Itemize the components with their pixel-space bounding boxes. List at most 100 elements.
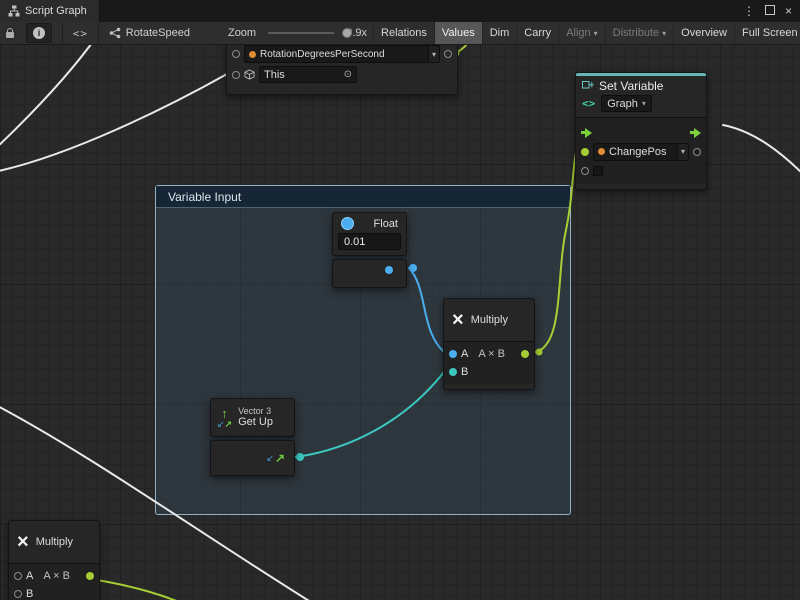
dim-label: Dim xyxy=(490,27,510,39)
port-result-output[interactable] xyxy=(521,350,529,358)
group-title: Variable Input xyxy=(168,190,241,204)
kebab-menu-icon[interactable]: ⋮ xyxy=(743,4,755,18)
align-label: Align xyxy=(566,27,590,39)
get-up-title: Get Up xyxy=(238,416,273,429)
node-multiply-center[interactable]: × Multiply A A × B B xyxy=(443,298,535,390)
set-variable-title: Set Variable xyxy=(599,79,663,93)
port-input[interactable] xyxy=(232,71,240,79)
scope-label: Graph xyxy=(607,98,638,110)
fullscreen-label: Full Screen xyxy=(742,27,798,39)
port-a-input[interactable] xyxy=(449,350,457,358)
object-picker-icon[interactable]: ⊙ xyxy=(344,69,352,80)
port-output[interactable] xyxy=(444,50,452,58)
align-button[interactable]: Align ▾ xyxy=(558,22,604,44)
port-input[interactable] xyxy=(232,50,240,58)
maximize-button[interactable] xyxy=(765,4,775,18)
variable-name-label: RotationDegreesPerSecond xyxy=(260,49,424,60)
variable-name-dropdown[interactable]: RotationDegreesPerSecond ▾ xyxy=(244,45,440,63)
tab-script-graph[interactable]: Script Graph xyxy=(0,0,100,22)
group-header[interactable]: Variable Input xyxy=(156,186,570,208)
changepos-dropdown[interactable]: ChangePos ▾ xyxy=(593,143,689,161)
port-input[interactable] xyxy=(581,167,589,175)
multiply-title: Multiply xyxy=(471,314,508,326)
flow-input-port[interactable] xyxy=(581,128,592,138)
zoom-label-text: Zoom xyxy=(228,27,256,39)
changepos-label: ChangePos xyxy=(609,146,673,158)
zoom-slider[interactable] xyxy=(268,32,334,34)
gameobject-cube-icon xyxy=(244,69,255,80)
float-value-input[interactable] xyxy=(344,236,395,248)
relations-button[interactable]: Relations xyxy=(373,22,434,44)
set-variable-icon xyxy=(582,81,594,91)
vector3-output-port[interactable]: ↗ xyxy=(275,451,285,465)
graph-toolbar: i <> RotateSpeed Zoom 0.9x Relations Val… xyxy=(0,22,800,45)
variable-dot-icon xyxy=(249,51,256,58)
flow-output-port[interactable] xyxy=(690,128,701,138)
window-titlebar: Script Graph ⋮ × xyxy=(0,0,800,22)
relations-label: Relations xyxy=(381,27,427,39)
values-button[interactable]: Values xyxy=(434,22,482,44)
code-icon: <> xyxy=(73,27,88,40)
chevron-down-icon: ▾ xyxy=(594,29,598,38)
multiply-icon: × xyxy=(452,310,464,330)
chevron-down-icon[interactable]: ▾ xyxy=(428,46,439,62)
overview-label: Overview xyxy=(681,27,727,39)
port-b-label: B xyxy=(26,588,33,600)
float-title: Float xyxy=(374,218,398,230)
float-value-field[interactable] xyxy=(338,233,401,250)
port-result-output[interactable] xyxy=(86,572,94,580)
lock-icon xyxy=(6,32,14,38)
port-value-input[interactable] xyxy=(581,148,589,156)
float-type-icon xyxy=(341,217,354,230)
inspector-button[interactable]: i xyxy=(20,22,58,44)
distribute-label: Distribute xyxy=(613,27,659,39)
window-controls: ⋮ × xyxy=(743,4,800,18)
info-glyph: i xyxy=(33,27,45,39)
default-value-box[interactable] xyxy=(593,166,603,176)
port-b-input[interactable] xyxy=(449,368,457,376)
overview-button[interactable]: Overview xyxy=(673,22,734,44)
scope-dropdown[interactable]: Graph ▾ xyxy=(601,95,652,112)
maximize-icon xyxy=(765,5,775,15)
script-graph-icon xyxy=(8,5,20,17)
node-vector3-port-strip[interactable]: ↙ ↗ xyxy=(210,440,295,476)
vector3-type-label: Vector 3 xyxy=(238,406,273,417)
port-output[interactable] xyxy=(693,148,701,156)
dim-button[interactable]: Dim xyxy=(482,22,517,44)
graph-breadcrumb[interactable]: RotateSpeed xyxy=(103,22,196,44)
result-label: A × B xyxy=(43,570,70,582)
port-b-label: B xyxy=(461,366,468,378)
vector3-port-sw-icon: ↙ xyxy=(266,453,274,464)
toolbar-divider xyxy=(62,23,63,43)
zoom-label: Zoom xyxy=(222,22,262,44)
close-button[interactable]: × xyxy=(785,4,792,18)
node-float-literal[interactable]: Float xyxy=(332,212,407,256)
node-vector3-get-up[interactable]: ↑ ↙ ↗ Vector 3 Get Up xyxy=(210,398,295,437)
fullscreen-button[interactable]: Full Screen xyxy=(734,22,800,44)
multiply-icon: × xyxy=(17,532,29,552)
unity-script-graph-window: Script Graph ⋮ × i <> RotateSpeed Zoom xyxy=(0,0,800,600)
code-preview-button[interactable]: <> xyxy=(67,22,94,44)
node-multiply-bottom[interactable]: × Multiply A A × B B xyxy=(8,520,100,600)
target-object-label: This xyxy=(264,69,340,81)
port-a-label: A xyxy=(26,570,33,582)
node-set-variable[interactable]: Set Variable <> Graph ▾ ChangePos ▾ xyxy=(575,72,707,190)
port-a-input[interactable] xyxy=(14,572,22,580)
distribute-button[interactable]: Distribute ▾ xyxy=(605,22,673,44)
target-object-field[interactable]: This ⊙ xyxy=(259,66,357,83)
port-b-input[interactable] xyxy=(14,590,22,598)
chevron-down-icon: ▾ xyxy=(662,29,666,38)
chevron-down-icon[interactable]: ▾ xyxy=(677,144,688,160)
port-a-label: A xyxy=(461,348,468,360)
node-float-port-strip[interactable] xyxy=(332,259,407,288)
chevron-down-icon: ▾ xyxy=(642,99,646,108)
carry-button[interactable]: Carry xyxy=(516,22,558,44)
set-variable-header: Set Variable xyxy=(576,76,706,95)
values-label: Values xyxy=(442,27,475,39)
toolbar-button-group: Relations Values Dim Carry Align ▾ Distr… xyxy=(373,22,800,44)
float-output-port[interactable] xyxy=(385,266,393,274)
tab-title: Script Graph xyxy=(25,5,87,17)
lock-button[interactable] xyxy=(0,22,20,44)
vector3-ne-arrow-icon: ↗ xyxy=(225,420,233,429)
up-arrow-icon: ↑ xyxy=(221,407,228,420)
